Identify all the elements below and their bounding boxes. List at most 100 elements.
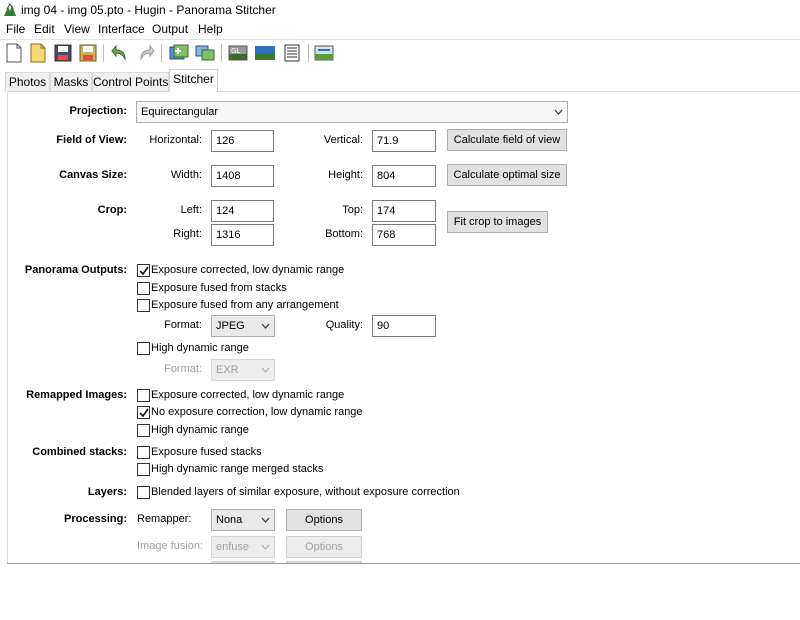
add-images-icon[interactable]: [168, 42, 190, 64]
image-fusion-value: enfuse: [216, 541, 250, 553]
window-title: img 04 - img 05.pto - Hugin - Panorama S…: [21, 3, 276, 17]
save-project-icon[interactable]: [52, 42, 74, 64]
toolbar-separator: [103, 44, 104, 62]
crop-top-input[interactable]: 174: [372, 200, 436, 222]
exposure-corrected-ldr-label: Exposure corrected, low dynamic range: [151, 264, 345, 276]
menu-view[interactable]: View: [64, 22, 90, 36]
remapped-exposure-corrected-label: Exposure corrected, low dynamic range: [151, 389, 345, 401]
remapped-hdr-checkbox[interactable]: [137, 424, 150, 437]
fov-label: Field of View:: [56, 134, 127, 146]
undo-icon[interactable]: [109, 42, 131, 64]
remapped-exposure-corrected-checkbox[interactable]: [137, 389, 150, 402]
open-project-icon[interactable]: [27, 42, 49, 64]
toolbar: GL: [0, 39, 800, 68]
canvas-width-input[interactable]: 1408: [211, 165, 274, 187]
toolbar-separator: [308, 44, 309, 62]
remapped-no-correction-label: No exposure correction, low dynamic rang…: [151, 406, 363, 418]
fov-horizontal-label: Horizontal:: [149, 134, 202, 146]
menu-edit[interactable]: Edit: [34, 22, 55, 36]
crop-left-label: Left:: [180, 204, 202, 216]
hdr-output-checkbox[interactable]: [137, 342, 150, 355]
chevron-down-icon: [261, 367, 270, 373]
projection-label: Projection:: [69, 105, 127, 117]
calculate-optimal-size-button[interactable]: Calculate optimal size: [447, 164, 567, 186]
menu-bar: File Edit View Interface Output Help: [0, 20, 800, 38]
canvas-height-input[interactable]: 804: [372, 165, 436, 187]
exposure-fused-any-checkbox[interactable]: [137, 299, 150, 312]
opengl-preview-icon[interactable]: GL: [227, 42, 249, 64]
toolbar-separator: [161, 44, 162, 62]
crop-bottom-input[interactable]: 768: [372, 224, 436, 246]
image-fusion-label: Image fusion:: [137, 540, 204, 552]
format-label: Format:: [164, 319, 202, 331]
crop-right-input[interactable]: 1316: [211, 224, 274, 246]
canvas-height-label: Height:: [328, 169, 363, 181]
image-fusion-select[interactable]: enfuse: [211, 536, 275, 558]
canvas-width-label: Width:: [170, 169, 202, 181]
blended-layers-checkbox[interactable]: [137, 486, 150, 499]
crop-right-label: Right:: [173, 228, 202, 240]
exposure-fused-stacks-output-label: Exposure fused stacks: [151, 446, 262, 458]
calculate-fov-button[interactable]: Calculate field of view: [447, 129, 567, 151]
tab-photos[interactable]: Photos: [5, 72, 50, 92]
format-select[interactable]: JPEG: [211, 315, 275, 337]
remapper-select[interactable]: Nona: [211, 509, 275, 531]
quality-input[interactable]: 90: [372, 315, 436, 337]
fit-crop-button[interactable]: Fit crop to images: [447, 211, 548, 233]
toolbar-separator: [221, 44, 222, 62]
remapper-label: Remapper:: [137, 513, 192, 525]
crop-left-input[interactable]: 124: [211, 200, 274, 222]
remapper-options-button[interactable]: Options: [286, 509, 362, 531]
hdr-merged-stacks-label: High dynamic range merged stacks: [151, 463, 324, 475]
checkmark-icon: [139, 266, 149, 276]
svg-text:GL: GL: [231, 47, 240, 55]
save-as-icon[interactable]: [77, 42, 99, 64]
image-fusion-options-button[interactable]: Options: [286, 536, 362, 558]
fov-vertical-label: Vertical:: [323, 134, 363, 146]
remapped-images-label: Remapped Images:: [26, 389, 127, 401]
projection-select[interactable]: Equirectangular: [136, 101, 568, 123]
menu-file[interactable]: File: [6, 22, 25, 36]
format-value: JPEG: [216, 320, 245, 332]
tab-stitcher[interactable]: Stitcher: [169, 69, 218, 92]
fov-horizontal-input[interactable]: 126: [211, 130, 274, 152]
remapped-hdr-label: High dynamic range: [151, 424, 249, 436]
remapper-value: Nona: [216, 514, 243, 526]
fast-preview-icon[interactable]: [254, 42, 276, 64]
crop-label: Crop:: [97, 204, 127, 216]
crop-top-label: Top:: [342, 204, 363, 216]
new-project-icon[interactable]: [3, 42, 25, 64]
canvas-size-label: Canvas Size:: [59, 169, 127, 181]
remapped-no-correction-checkbox[interactable]: [137, 406, 150, 419]
chevron-down-icon: [261, 323, 270, 329]
processing-label: Processing:: [64, 513, 127, 525]
align-icon[interactable]: [194, 42, 216, 64]
hdr-format-label: Format:: [164, 363, 202, 375]
menu-help[interactable]: Help: [198, 22, 223, 36]
chevron-down-icon: [261, 517, 270, 523]
hdr-merged-stacks-checkbox[interactable]: [137, 463, 150, 476]
panorama-outputs-label: Panorama Outputs:: [24, 264, 127, 276]
exposure-corrected-ldr-checkbox[interactable]: [137, 264, 150, 277]
hdr-format-select[interactable]: EXR: [211, 359, 275, 381]
hdr-format-value: EXR: [216, 364, 239, 376]
panorama-info-icon[interactable]: [281, 42, 303, 64]
checkmark-icon: [139, 408, 149, 418]
exposure-fused-any-label: Exposure fused from any arrangement: [151, 299, 339, 311]
exposure-fused-stacks-output-checkbox[interactable]: [137, 446, 150, 459]
tab-strip: Photos Masks Control Points Stitcher: [0, 69, 800, 92]
tab-masks[interactable]: Masks: [50, 72, 92, 92]
menu-output[interactable]: Output: [152, 22, 188, 36]
tab-control-points[interactable]: Control Points: [92, 72, 169, 92]
combined-stacks-label: Combined stacks:: [32, 446, 127, 458]
menu-interface[interactable]: Interface: [98, 22, 145, 36]
projection-value: Equirectangular: [141, 106, 219, 118]
hugin-app-icon: [4, 3, 16, 16]
crop-bottom-label: Bottom:: [325, 228, 363, 240]
stitch-icon[interactable]: [313, 42, 335, 64]
exposure-fused-stacks-checkbox[interactable]: [137, 282, 150, 295]
layers-label: Layers:: [87, 486, 127, 498]
redo-icon[interactable]: [135, 42, 157, 64]
fov-vertical-input[interactable]: 71.9: [372, 130, 436, 152]
exposure-fused-stacks-label: Exposure fused from stacks: [151, 282, 287, 294]
